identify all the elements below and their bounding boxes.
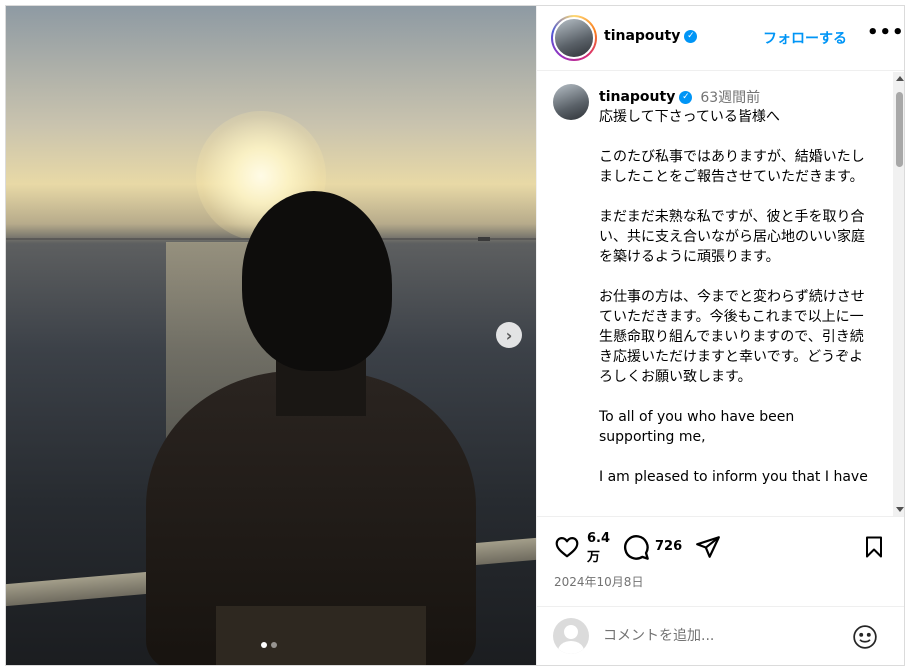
header-username[interactable]: tinapouty [604, 28, 680, 44]
chevron-right-icon: › [505, 325, 513, 345]
ship-silhouette [478, 237, 490, 241]
caption-area: tinapouty ✓ 63週間前 応援して下さっている皆様へ このたび私事では… [537, 72, 893, 516]
share-icon[interactable] [694, 534, 722, 560]
heart-icon[interactable] [553, 534, 581, 560]
caption-username[interactable]: tinapouty [599, 89, 675, 105]
emoji-icon[interactable] [852, 624, 878, 650]
current-user-avatar [553, 618, 589, 654]
carousel-dots [261, 642, 277, 648]
verified-badge-icon: ✓ [684, 29, 698, 43]
carousel-dot [271, 642, 277, 648]
post-modal: › tinapouty ✓ フォローする ••• tinapouty ✓ 63週… [5, 5, 905, 666]
post-photo[interactable]: › [6, 6, 536, 665]
scroll-down-arrow-icon[interactable] [896, 507, 904, 512]
header-avatar[interactable] [551, 15, 597, 61]
caption-scrollbar[interactable] [893, 72, 904, 516]
comment-composer [537, 606, 904, 665]
like-count[interactable]: 6.4 万 [587, 529, 610, 567]
caption-user-row: tinapouty ✓ 63週間前 [599, 87, 760, 107]
woman-silhouette-head [242, 191, 392, 371]
scroll-up-arrow-icon[interactable] [896, 76, 904, 81]
header-username-row: tinapouty ✓ [604, 28, 698, 44]
post-date[interactable]: 2024年10月8日 [554, 573, 643, 590]
follow-button[interactable]: フォローする [763, 28, 847, 48]
comment-count[interactable]: 726 [655, 539, 682, 554]
more-options-icon[interactable]: ••• [867, 22, 904, 43]
comment-icon[interactable] [622, 533, 650, 561]
carousel-dot-active [261, 642, 267, 648]
woman-silhouette-dress [216, 606, 426, 665]
caption-avatar[interactable] [553, 84, 589, 120]
scroll-thumb[interactable] [896, 92, 903, 167]
verified-badge-icon: ✓ [679, 90, 693, 104]
post-header: tinapouty ✓ フォローする ••• [537, 6, 904, 71]
post-side-panel: tinapouty ✓ フォローする ••• tinapouty ✓ 63週間前… [536, 6, 904, 665]
bookmark-icon[interactable] [862, 534, 886, 560]
caption-text: 応援して下さっている皆様へ このたび私事ではありますが、結婚いたしましたことをご… [599, 109, 868, 485]
comment-input[interactable] [603, 625, 843, 647]
carousel-next-button[interactable]: › [496, 322, 522, 348]
caption-time[interactable]: 63週間前 [700, 87, 760, 107]
action-bar: 6.4 万 726 2024年10月8日 [537, 516, 904, 591]
